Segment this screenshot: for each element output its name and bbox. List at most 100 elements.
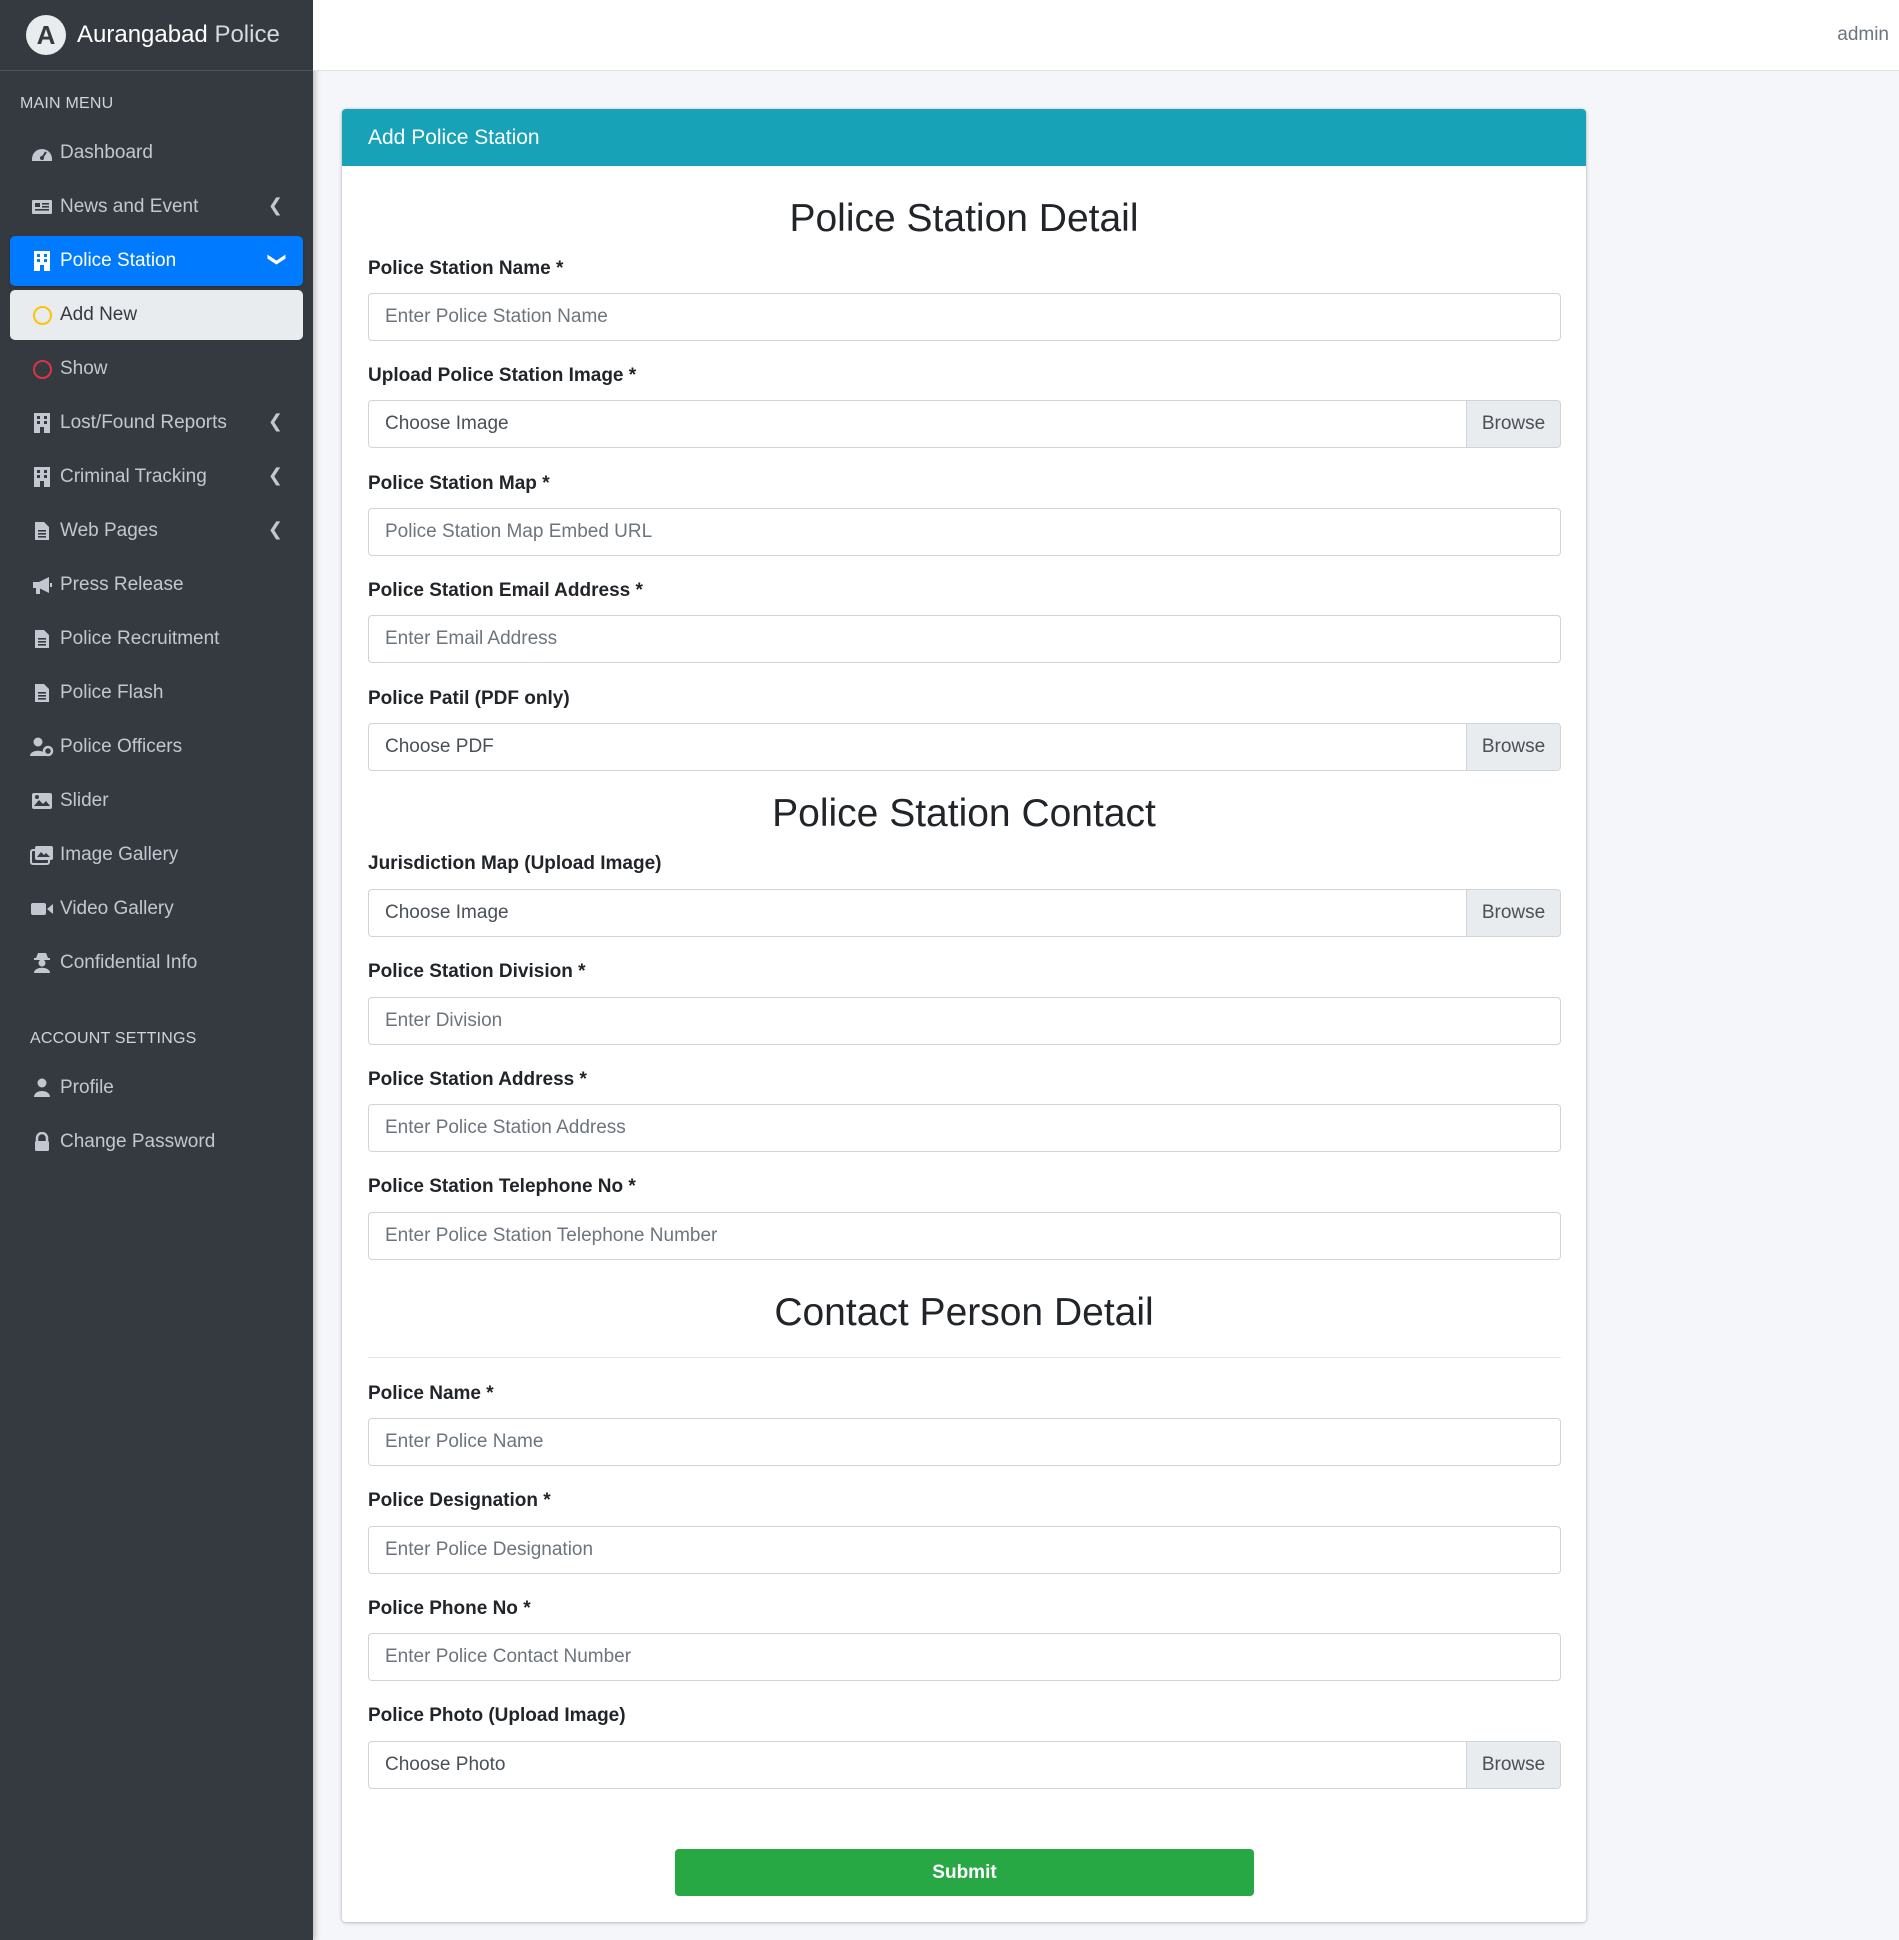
sidebar-subitem-show[interactable]: Show: [10, 344, 303, 394]
police-patil-file-input[interactable]: Choose PDF Browse: [368, 723, 1561, 771]
dashboard-icon: [30, 142, 54, 164]
browse-button[interactable]: Browse: [1466, 401, 1560, 447]
sidebar-item-news-and-event[interactable]: News and Event ❮: [10, 182, 303, 232]
main-menu-header: MAIN MENU: [20, 95, 114, 112]
sidebar-item-profile[interactable]: Profile: [10, 1063, 303, 1113]
account-settings-header: ACCOUNT SETTINGS: [30, 1030, 197, 1047]
sidebar-item-police-station[interactable]: Police Station ❮: [10, 236, 303, 286]
sidebar-subitem-add-new[interactable]: Add New: [10, 290, 303, 340]
address-input[interactable]: [368, 1104, 1561, 1152]
jurisdiction-map-label: Jurisdiction Map (Upload Image): [368, 853, 662, 874]
telephone-label: Police Station Telephone No *: [368, 1176, 636, 1197]
phone-label: Police Phone No *: [368, 1598, 531, 1619]
sidebar-item-video-gallery[interactable]: Video Gallery: [10, 884, 303, 934]
sidebar-item-web-pages[interactable]: Web Pages ❮: [10, 506, 303, 556]
sidebar-item-police-officers[interactable]: Police Officers: [10, 722, 303, 772]
chevron-down-icon: ❮: [264, 251, 285, 268]
station-name-input[interactable]: [368, 293, 1561, 341]
file-icon: [30, 628, 54, 650]
user-secret-icon: [30, 952, 54, 974]
designation-input[interactable]: [368, 1526, 1561, 1574]
file-input-text: Choose PDF: [385, 736, 494, 757]
file-icon: [30, 520, 54, 542]
images-icon: [30, 844, 54, 866]
section-divider: [368, 1357, 1561, 1358]
station-image-file-input[interactable]: Choose Image Browse: [368, 400, 1561, 448]
building-icon: [30, 466, 54, 488]
jurisdiction-map-file-input[interactable]: Choose Image Browse: [368, 889, 1561, 937]
user-cog-icon: [30, 736, 54, 758]
sidebar-item-police-recruitment[interactable]: Police Recruitment: [10, 614, 303, 664]
designation-label: Police Designation *: [368, 1490, 551, 1511]
address-label: Police Station Address *: [368, 1069, 587, 1090]
brand-text: Aurangabad Police: [77, 21, 280, 49]
top-navbar: admin: [313, 0, 1899, 71]
section-title-station-contact: Police Station Contact: [772, 792, 1156, 835]
circle-icon: [30, 304, 54, 326]
sidebar-item-label: Police Station: [60, 250, 177, 271]
station-map-label: Police Station Map *: [368, 473, 550, 494]
sidebar-item-label: Confidential Info: [60, 952, 198, 973]
station-email-label: Police Station Email Address *: [368, 580, 643, 601]
building-icon: [30, 412, 54, 434]
sidebar-item-label: Police Flash: [60, 682, 164, 703]
sidebar-item-police-flash[interactable]: Police Flash: [10, 668, 303, 718]
station-map-input[interactable]: [368, 508, 1561, 556]
sidebar-item-label: Video Gallery: [60, 898, 174, 919]
police-patil-label: Police Patil (PDF only): [368, 688, 570, 709]
chevron-left-icon: ❮: [267, 411, 283, 431]
browse-button[interactable]: Browse: [1466, 724, 1560, 770]
station-name-label: Police Station Name *: [368, 258, 564, 279]
phone-input[interactable]: [368, 1633, 1561, 1681]
sidebar-item-change-password[interactable]: Change Password: [10, 1117, 303, 1167]
photo-file-input[interactable]: Choose Photo Browse: [368, 1741, 1561, 1789]
browse-button[interactable]: Browse: [1466, 1742, 1560, 1788]
sidebar-item-label: Web Pages: [60, 520, 158, 541]
sidebar-item-image-gallery[interactable]: Image Gallery: [10, 830, 303, 880]
sidebar-item-criminal-tracking[interactable]: Criminal Tracking ❮: [10, 452, 303, 502]
division-input[interactable]: [368, 997, 1561, 1045]
sidebar-item-label: Change Password: [60, 1131, 216, 1152]
browse-button[interactable]: Browse: [1466, 890, 1560, 936]
sidebar-item-label: Press Release: [60, 574, 184, 595]
brand-name-light: Police: [207, 21, 280, 48]
station-image-label: Upload Police Station Image *: [368, 365, 637, 386]
file-input-text: Choose Photo: [385, 1754, 506, 1775]
sidebar: A Aurangabad Police MAIN MENU Dashboard …: [0, 0, 313, 1940]
file-input-text: Choose Image: [385, 902, 509, 923]
sidebar-item-label: Dashboard: [60, 142, 153, 163]
circle-icon: [30, 358, 54, 380]
sidebar-item-label: Image Gallery: [60, 844, 179, 865]
chevron-left-icon: ❮: [267, 465, 283, 485]
police-name-label: Police Name *: [368, 1383, 494, 1404]
station-email-input[interactable]: [368, 615, 1561, 663]
telephone-input[interactable]: [368, 1212, 1561, 1260]
division-label: Police Station Division *: [368, 961, 586, 982]
sidebar-item-slider[interactable]: Slider: [10, 776, 303, 826]
lock-icon: [30, 1131, 54, 1153]
sidebar-item-label: News and Event: [60, 196, 199, 217]
sidebar-item-press-release[interactable]: Press Release: [10, 560, 303, 610]
photo-label: Police Photo (Upload Image): [368, 1705, 626, 1726]
image-icon: [30, 790, 54, 812]
user-icon: [30, 1077, 54, 1099]
megaphone-icon: [30, 574, 54, 596]
building-icon: [30, 250, 54, 272]
user-menu[interactable]: admin: [1837, 24, 1889, 46]
sidebar-item-dashboard[interactable]: Dashboard: [10, 128, 303, 178]
card-header: Add Police Station: [342, 109, 1586, 166]
card-title: Add Police Station: [368, 125, 540, 149]
chevron-left-icon: ❮: [267, 195, 283, 215]
sidebar-item-lost-found-reports[interactable]: Lost/Found Reports ❮: [10, 398, 303, 448]
sidebar-item-label: Show: [60, 358, 108, 379]
file-icon: [30, 682, 54, 704]
newspaper-icon: [30, 196, 54, 218]
sidebar-item-label: Police Officers: [60, 736, 183, 757]
police-name-input[interactable]: [368, 1418, 1561, 1466]
sidebar-item-label: Profile: [60, 1077, 114, 1098]
sidebar-item-confidential-info[interactable]: Confidential Info: [10, 938, 303, 988]
submit-button[interactable]: Submit: [675, 1849, 1254, 1896]
brand-link[interactable]: A Aurangabad Police: [0, 0, 313, 71]
brand-name-bold: Aurangabad: [77, 21, 208, 48]
sidebar-item-label: Police Recruitment: [60, 628, 220, 649]
